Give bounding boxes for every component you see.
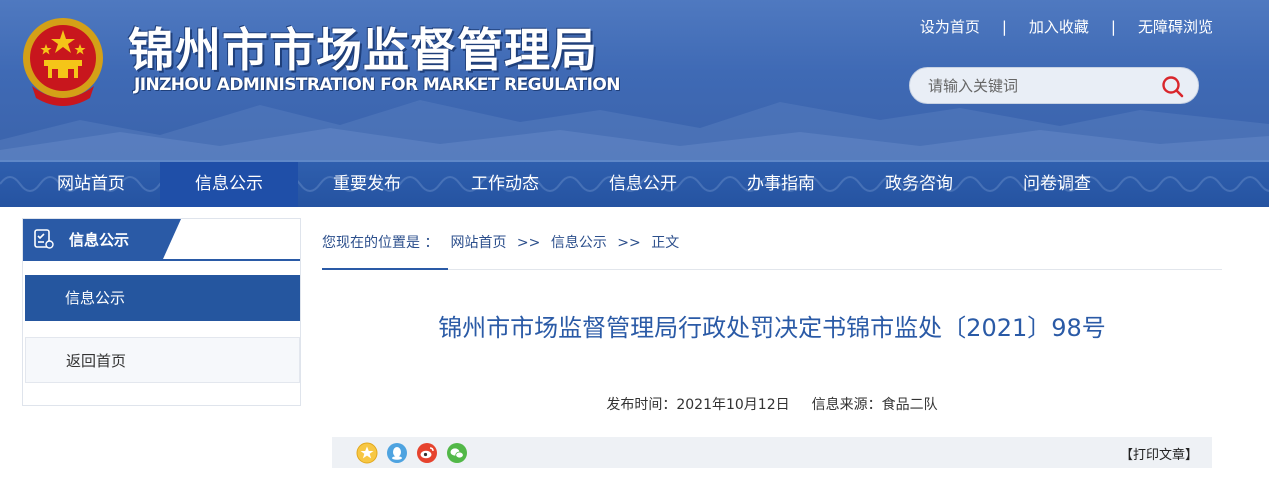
breadcrumb-link-home[interactable]: 网站首页 <box>450 235 506 251</box>
sidebar-heading: 信息公示 <box>23 219 181 259</box>
main-nav: 网站首页 信息公示 重要发布 工作动态 信息公开 办事指南 政务咨询 问卷调查 <box>0 160 1269 207</box>
top-links: 设为首页 | 加入收藏 | 无障碍浏览 <box>920 16 1213 37</box>
accessibility-link[interactable]: 无障碍浏览 <box>1138 16 1213 37</box>
sidebar: 信息公示 信息公示 返回首页 <box>22 218 301 406</box>
article-title: 锦州市市场监督管理局行政处罚决定书锦市监处〔2021〕98号 <box>438 314 1106 342</box>
toplink-separator: | <box>1110 17 1116 36</box>
site-title: 锦州市市场监督管理局 <box>128 23 598 77</box>
print-article-link[interactable]: 【打印文章】 <box>1120 444 1198 463</box>
weibo-icon[interactable] <box>416 442 438 464</box>
info-source: 信息来源：食品二队 <box>811 397 938 413</box>
nav-item-home[interactable]: 网站首页 <box>22 162 160 207</box>
nav-item-important-releases[interactable]: 重要发布 <box>298 162 436 207</box>
site-header: 锦州市市场监督管理局 JINZHOU ADMINISTRATION FOR MA… <box>0 0 1269 160</box>
sidebar-heading-underline <box>23 259 300 261</box>
breadcrumb-separator: >> <box>617 234 641 251</box>
site-title-english: JINZHOU ADMINISTRATION FOR MARKET REGULA… <box>134 75 620 95</box>
breadcrumb-prefix: 您现在的位置是 ： <box>322 230 449 270</box>
nav-item-info-notice[interactable]: 信息公示 <box>160 162 298 207</box>
article-meta: 发布时间：2021年10月12日 信息来源：食品二队 <box>322 394 1222 414</box>
add-favorite-link[interactable]: 加入收藏 <box>1029 16 1089 37</box>
nav-list: 网站首页 信息公示 重要发布 工作动态 信息公开 办事指南 政务咨询 问卷调查 <box>22 162 1126 207</box>
set-homepage-link[interactable]: 设为首页 <box>920 16 980 37</box>
nav-item-info-disclosure[interactable]: 信息公开 <box>574 162 712 207</box>
nav-item-work-news[interactable]: 工作动态 <box>436 162 574 207</box>
qq-icon[interactable] <box>386 442 408 464</box>
search-icon[interactable] <box>1160 74 1186 100</box>
wechat-icon[interactable] <box>446 442 468 464</box>
checklist-icon <box>34 229 54 249</box>
qzone-star-icon[interactable] <box>356 442 378 464</box>
sidebar-item-info-notice[interactable]: 信息公示 <box>25 275 300 321</box>
share-icons <box>356 442 476 464</box>
toplink-separator: | <box>1001 17 1007 36</box>
share-bar: 【打印文章】 <box>332 437 1212 468</box>
breadcrumb: 您现在的位置是 ： 网站首页 >> 信息公示 >> 正文 <box>322 230 1222 270</box>
nav-item-survey[interactable]: 问卷调查 <box>988 162 1126 207</box>
sidebar-item-back-home[interactable]: 返回首页 <box>25 337 300 383</box>
national-emblem-icon <box>23 18 103 106</box>
search-box <box>909 67 1199 104</box>
sidebar-heading-label: 信息公示 <box>69 230 130 249</box>
breadcrumb-current: 正文 <box>651 234 680 251</box>
breadcrumb-link-info-notice[interactable]: 信息公示 <box>551 235 607 251</box>
publish-time: 发布时间：2021年10月12日 <box>606 397 790 413</box>
breadcrumb-separator: >> <box>516 234 541 251</box>
nav-item-service-guide[interactable]: 办事指南 <box>712 162 850 207</box>
nav-item-consultation[interactable]: 政务咨询 <box>850 162 988 207</box>
search-input[interactable] <box>928 76 1148 96</box>
